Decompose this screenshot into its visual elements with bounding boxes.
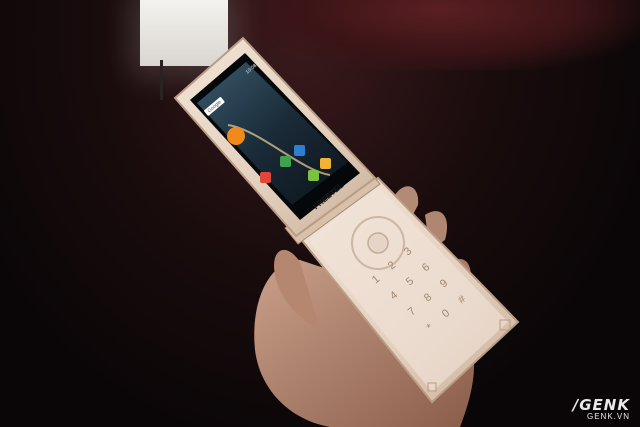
watermark: /GENK GENK.VN — [573, 396, 630, 421]
app-icon[interactable] — [280, 156, 291, 167]
app-icon[interactable] — [260, 172, 271, 183]
phone-illustration: 123456789*0# Google 10:08 FREETEL — [173, 36, 520, 427]
photo-scene: 1 2 3 4 5 6 7 8 9 * 0 # Google 10:08 FREETEL /GENK … — [0, 0, 640, 427]
nav-center-button[interactable] — [367, 232, 389, 254]
app-icon[interactable] — [294, 145, 305, 156]
app-icon[interactable] — [320, 158, 331, 169]
app-icon[interactable] — [308, 170, 319, 181]
accent-orb — [227, 127, 245, 145]
